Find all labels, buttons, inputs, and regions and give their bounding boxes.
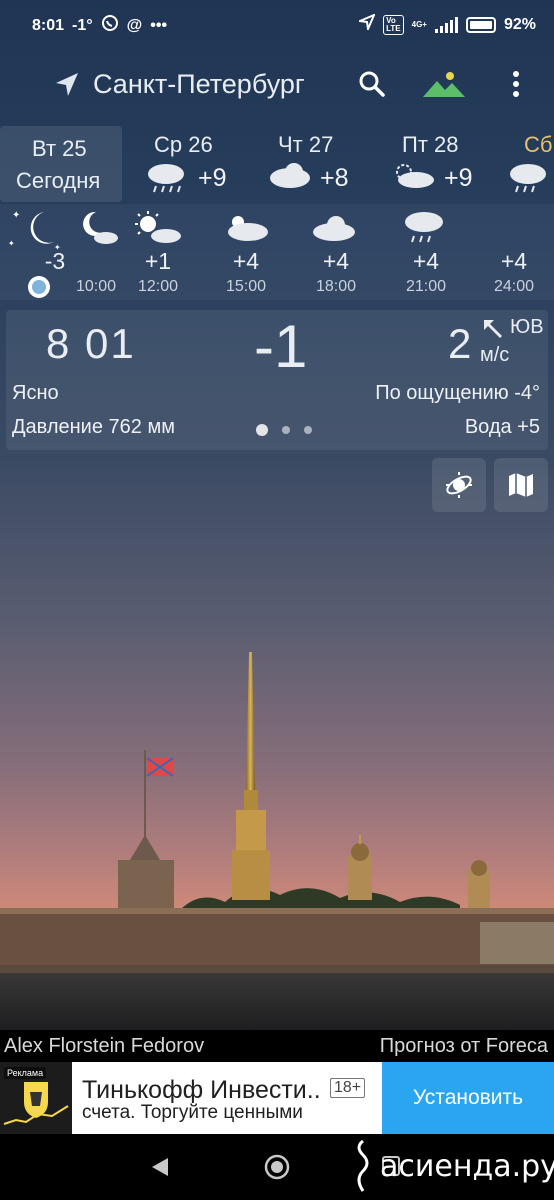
sun-orbit-button[interactable] xyxy=(432,458,486,512)
ad-age-rating: 18+ xyxy=(330,1078,366,1098)
hour-12: +1 12:00 xyxy=(118,204,198,300)
feels-like: По ощущению -4° xyxy=(375,382,540,404)
day-today-label: Сегодня xyxy=(16,168,101,193)
landscape-icon[interactable] xyxy=(421,69,467,101)
battery-percent: 92% xyxy=(503,15,536,33)
city-title[interactable]: Санкт-Петербург xyxy=(93,69,305,100)
ad-banner[interactable]: Реклама Тинькофф Инвести.. 18+ счета. То… xyxy=(0,1062,554,1134)
search-icon[interactable] xyxy=(358,70,386,98)
day-temp: +8 xyxy=(320,164,349,192)
page-dot xyxy=(256,424,268,436)
page-dot xyxy=(304,426,312,434)
wind-direction-icon xyxy=(484,320,502,338)
map-icon xyxy=(509,473,533,497)
hour-label: 15:00 xyxy=(225,278,267,295)
more-notifications-icon: ••• xyxy=(150,17,168,34)
svg-text:✦: ✦ xyxy=(12,210,20,221)
now-marker-icon xyxy=(28,276,50,298)
ad-label: Реклама xyxy=(4,1067,47,1079)
current-conditions-panel[interactable]: 8 01 -1 2 ЮВ м/с Ясно По ощущению -4° Да… xyxy=(6,310,548,450)
day-tab-fri[interactable]: Пт 28 +9 xyxy=(386,126,496,202)
pressure: Давление 762 мм xyxy=(12,416,175,438)
svg-text:✦: ✦ xyxy=(8,239,15,248)
status-temp: -1° xyxy=(72,17,93,34)
hour-label: 12:00 xyxy=(137,278,179,295)
current-time: 8 01 xyxy=(46,320,136,367)
day-name: Чт 27 xyxy=(278,132,334,157)
hour-temp: +4 xyxy=(322,248,350,274)
hour-label: 24:00 xyxy=(493,278,535,295)
cloud-icon xyxy=(313,216,355,241)
watermark: асиенда.ру xyxy=(352,1136,554,1196)
hour-24: +4 24:00 xyxy=(474,204,554,300)
hour-temp: +4 xyxy=(412,248,440,274)
rain-cloud-icon xyxy=(148,164,184,193)
hour-temp: +4 xyxy=(500,248,528,274)
photo-credit[interactable]: Alex Florstein Fedorov xyxy=(4,1035,204,1058)
forecast-credit[interactable]: Прогноз от Foreca xyxy=(380,1035,548,1058)
credits-bar: Alex Florstein Fedorov Прогноз от Foreca xyxy=(0,1030,554,1062)
day-tab-sat[interactable]: Сб xyxy=(504,126,554,202)
home-icon[interactable] xyxy=(264,1154,290,1180)
rain-cloud-icon xyxy=(405,212,443,243)
watermark-logo-icon xyxy=(357,1139,369,1192)
network-type: 4G+ xyxy=(411,19,427,29)
day-name: Пт 28 xyxy=(402,132,459,157)
battery-icon xyxy=(465,16,496,33)
day-temp: +9 xyxy=(444,164,473,192)
day-tab-thu[interactable]: Чт 27 +8 xyxy=(262,126,372,202)
hour-temp: +4 xyxy=(232,248,260,274)
day-name: Ср 26 xyxy=(154,132,213,157)
whatsapp-icon xyxy=(101,14,119,38)
partly-cloudy-icon xyxy=(396,164,434,188)
hour-temp: +1 xyxy=(144,248,172,274)
back-icon[interactable] xyxy=(150,1156,170,1178)
volte-badge: Vo LTE xyxy=(383,14,404,35)
location-arrow-icon[interactable] xyxy=(52,70,82,100)
more-vert-icon[interactable] xyxy=(506,69,526,99)
ad-image[interactable]: Реклама xyxy=(0,1062,72,1134)
ad-title: Тинькофф Инвести.. xyxy=(82,1076,321,1104)
wind-direction: ЮВ xyxy=(510,316,544,338)
app-header: Санкт-Петербург xyxy=(0,55,554,115)
ad-description: счета. Торгуйте ценными xyxy=(82,1102,303,1123)
hour-label: 18:00 xyxy=(315,278,357,295)
sun-cloud-icon xyxy=(135,211,181,243)
location-status-icon xyxy=(356,13,377,35)
day-name: Сб xyxy=(524,132,553,157)
cloud-icon xyxy=(270,163,310,188)
status-time: 8:01 xyxy=(32,17,65,34)
map-button[interactable] xyxy=(494,458,548,512)
rain-cloud-icon xyxy=(510,164,546,193)
day-temp: +9 xyxy=(198,164,227,192)
day-tab-tue[interactable]: Вт 25 Сегодня xyxy=(0,126,122,202)
install-button[interactable]: Установить xyxy=(382,1062,554,1134)
sun-orbit-icon xyxy=(446,472,472,498)
moon-stars-icon: ✦ ✦ ✦ xyxy=(8,210,61,252)
sun-cloud-icon xyxy=(228,216,268,241)
moon-cloud-icon xyxy=(83,211,118,244)
hourly-forecast[interactable]: ✦ ✦ ✦ -3 10:00 +1 12:00 +4 15:00 +4 18:0… xyxy=(0,204,554,300)
day-name: Вт 25 xyxy=(32,136,87,161)
hour-18: +4 18:00 xyxy=(296,204,376,300)
day-tab-wed[interactable]: Ср 26 +9 xyxy=(140,126,250,202)
watermark-text: асиенда.ру xyxy=(380,1148,554,1184)
page-indicator xyxy=(256,424,312,436)
current-temp: -1 xyxy=(254,313,308,380)
hour-label: 21:00 xyxy=(405,278,447,295)
page-dot xyxy=(282,426,290,434)
condition-text: Ясно xyxy=(12,382,59,404)
signal-icon xyxy=(434,16,458,33)
hour-15: +4 15:00 xyxy=(206,204,286,300)
daily-forecast: Вт 25 Сегодня Ср 26 +9 Чт 27 +8 Пт 28 +9… xyxy=(0,126,554,202)
wind-speed: 2 xyxy=(448,320,472,367)
at-icon: @ xyxy=(126,17,143,34)
water-temp: Вода +5 xyxy=(464,416,540,438)
wind-unit: м/с xyxy=(480,344,510,366)
city-background-image xyxy=(0,652,554,1030)
status-bar: 8:01 -1° @ ••• Vo LTE 4G+ 92% xyxy=(0,0,554,50)
hour-21: +4 21:00 xyxy=(386,204,466,300)
